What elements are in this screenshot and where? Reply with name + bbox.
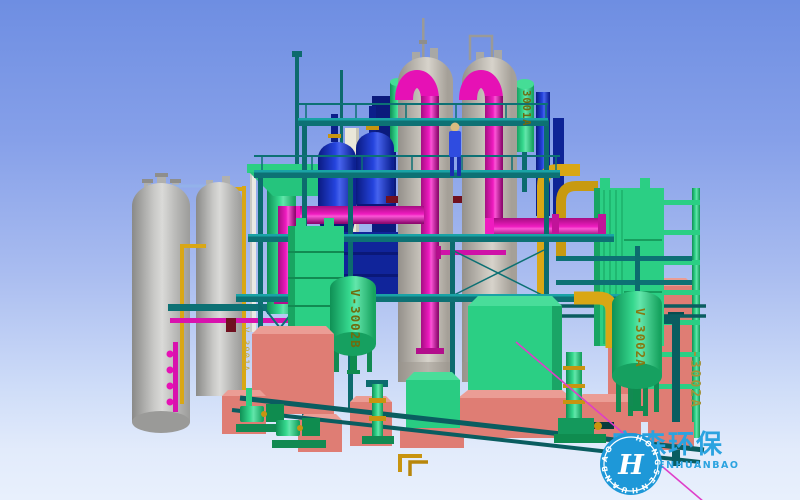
logo-emblem-icon: HONGSENHUANBAO H: [598, 424, 668, 500]
company-logo: HONGSENHUANBAO H 宏森环保 HONGSENHUANBAO: [598, 424, 739, 471]
logo-h-monogram: H: [617, 450, 645, 481]
plant-3d-render: V-3001A 3001A V-3002B V-3002A -3002A HON…: [0, 0, 800, 500]
vessel-v3002b: [330, 276, 376, 374]
